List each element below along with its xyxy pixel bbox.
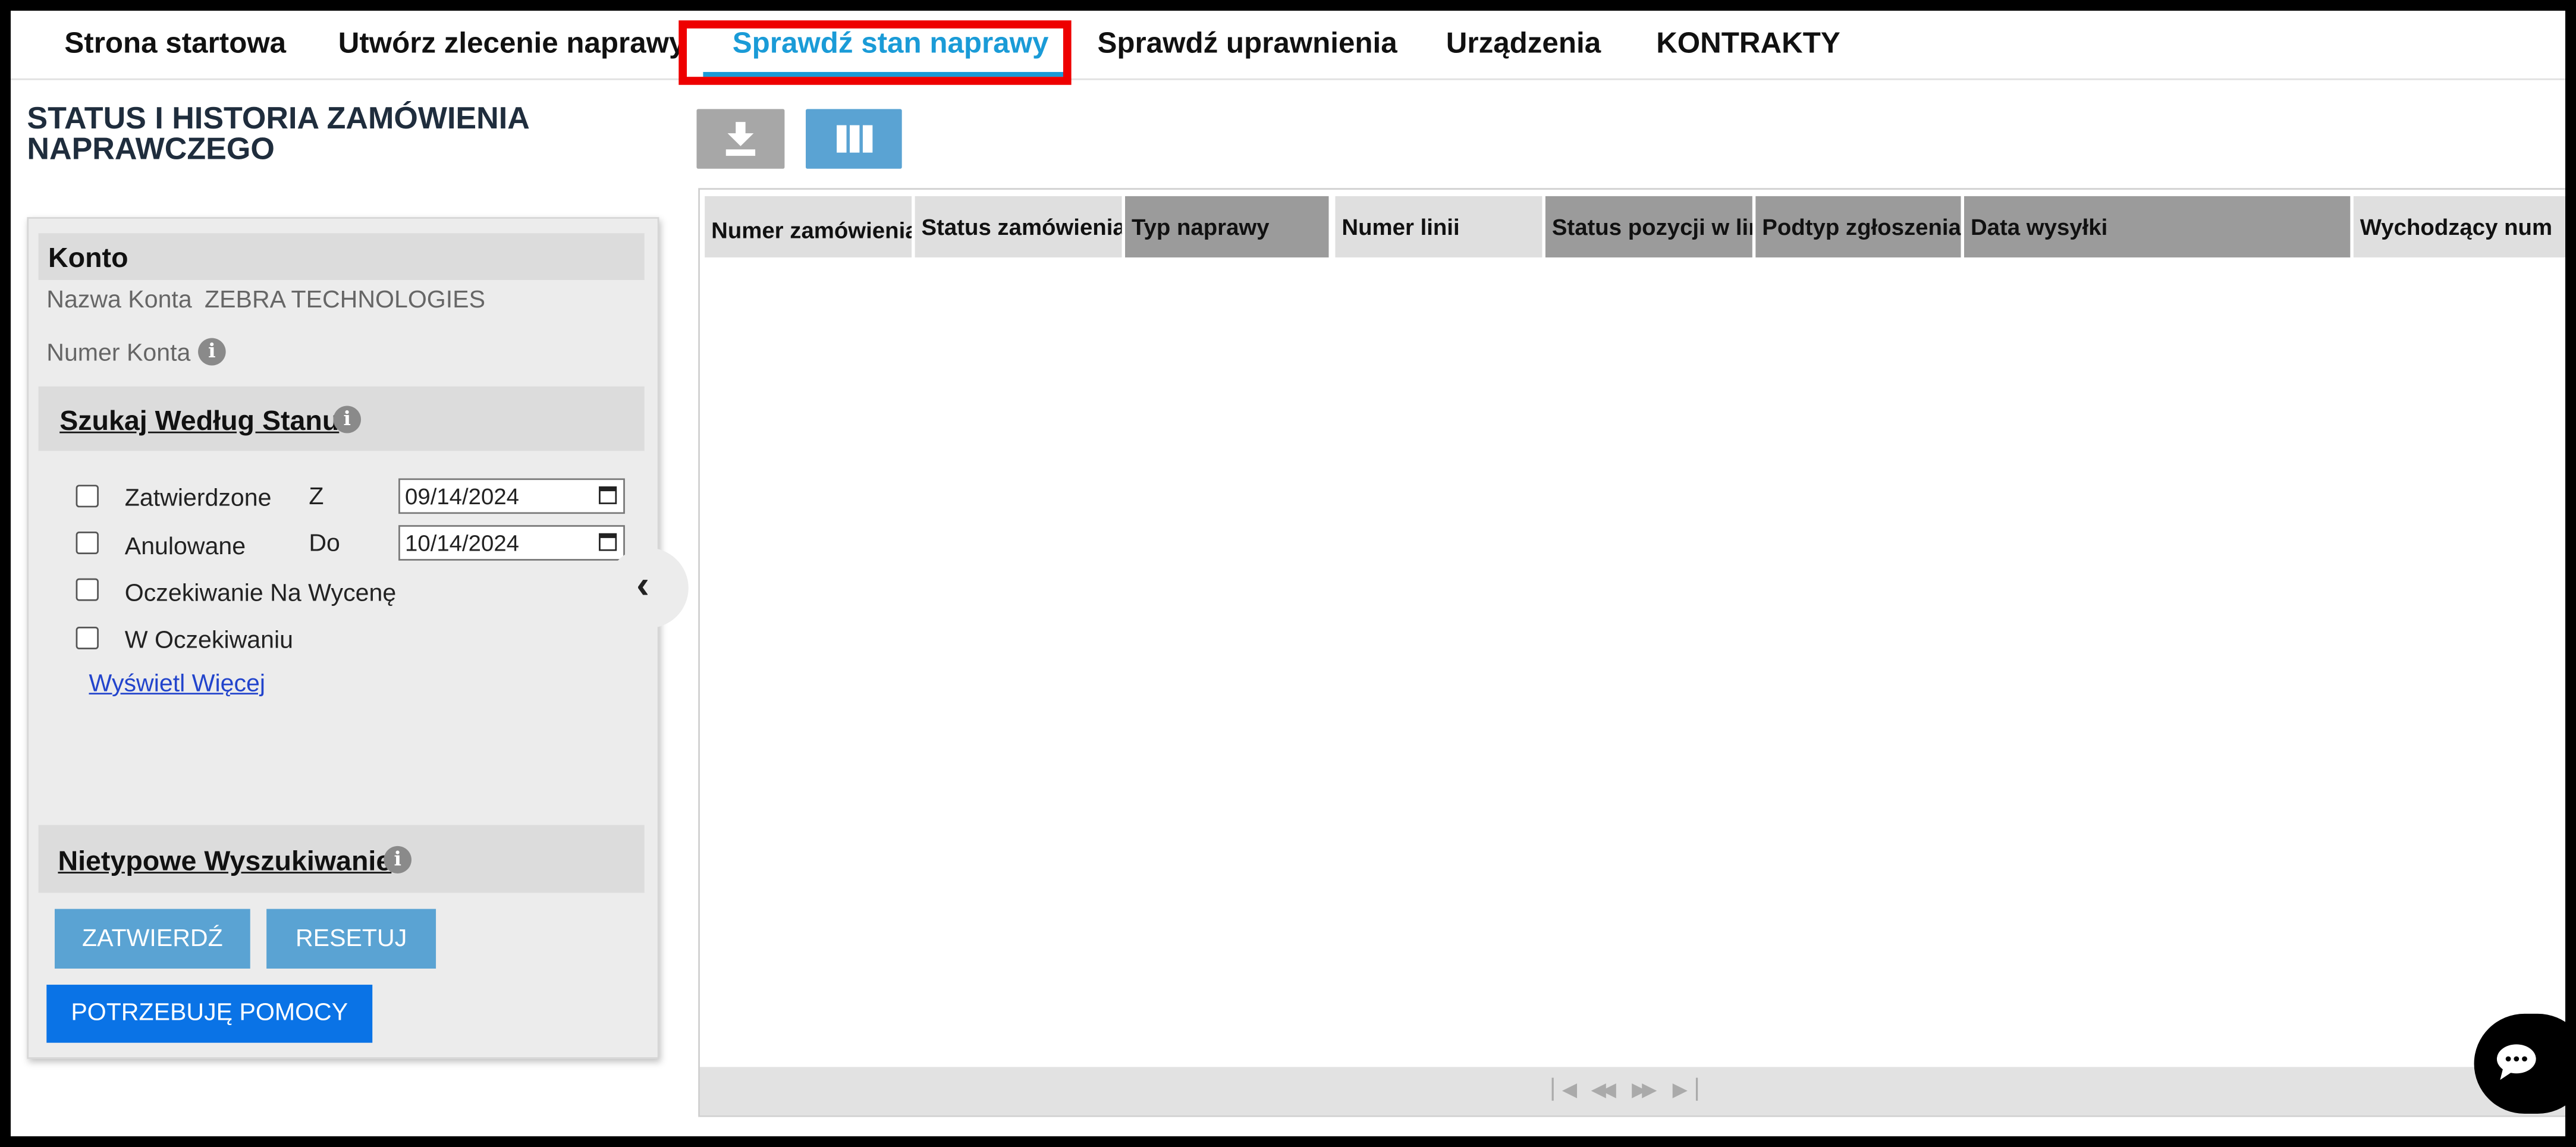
account-name-label: Nazwa Konta: [46, 286, 192, 314]
custom-search-title[interactable]: Nietypowe Wyszukiwanie: [58, 846, 391, 878]
download-icon: [725, 122, 756, 156]
first-page-icon[interactable]: ▏◀: [1552, 1078, 1578, 1101]
checkbox-pending[interactable]: [76, 626, 99, 649]
columns-icon: [837, 125, 873, 153]
date-from-input[interactable]: 09/14/2024: [398, 478, 625, 514]
checkbox-cancelled[interactable]: [76, 531, 99, 554]
date-from-value: 09/14/2024: [405, 483, 520, 510]
calendar-icon[interactable]: [599, 486, 617, 504]
date-to-value: 10/14/2024: [405, 530, 520, 556]
chat-button[interactable]: [2474, 1013, 2565, 1114]
checkbox-awaiting-quote-label: Oczekiwanie Na Wycenę: [124, 580, 397, 608]
columns-button[interactable]: [806, 109, 902, 169]
next-page-icon[interactable]: ▶▶: [1632, 1078, 1657, 1101]
info-icon[interactable]: i: [333, 406, 362, 433]
grid-pager: ▏◀ ◀◀ ▶▶ ▶▕: [699, 1067, 2565, 1115]
account-section-title: Konto: [48, 243, 128, 274]
account-section-header: [38, 233, 645, 280]
orders-grid: Numer zamówienia Status zamówienia Typ n…: [698, 188, 2565, 1117]
date-to-label: Do: [309, 530, 340, 558]
chevron-left-icon: ‹: [636, 564, 649, 608]
calendar-icon[interactable]: [599, 533, 617, 551]
account-number-label: Numer Konta: [46, 340, 191, 367]
checkbox-pending-label: W Oczekiwaniu: [124, 626, 293, 655]
account-name-value: ZEBRA TECHNOLOGIES: [205, 286, 486, 314]
column-header-line-status[interactable]: Status pozycji w lin: [1545, 196, 1752, 257]
nav-contracts[interactable]: KONTRAKTY: [1656, 27, 1840, 61]
top-navigation: Strona startowa Utwórz zlecenie naprawy …: [11, 11, 2565, 85]
chat-icon: [2496, 1044, 2536, 1080]
collapse-panel-button[interactable]: ‹: [607, 548, 689, 629]
checkbox-awaiting-quote[interactable]: [76, 578, 99, 601]
submit-button[interactable]: ZATWIERDŹ: [54, 909, 250, 969]
column-header-ship-date[interactable]: Data wysyłki: [1964, 196, 2351, 257]
column-header-line-number[interactable]: Numer linii: [1335, 196, 1543, 257]
column-header-order-number[interactable]: Numer zamówienia: [705, 196, 912, 257]
checkbox-approved[interactable]: [76, 485, 99, 508]
column-header-repair-type[interactable]: Typ naprawy: [1125, 196, 1329, 257]
filter-panel: Konto Nazwa Konta ZEBRA TECHNOLOGIES Num…: [27, 217, 659, 1059]
last-page-icon[interactable]: ▶▕: [1673, 1078, 1698, 1101]
download-button[interactable]: [696, 109, 785, 169]
column-header-outbound-number[interactable]: Wychodzący num: [2353, 196, 2565, 257]
page-canvas: Strona startowa Utwórz zlecenie naprawy …: [11, 11, 2565, 1136]
info-icon[interactable]: i: [384, 846, 411, 873]
app-frame: Strona startowa Utwórz zlecenie naprawy …: [0, 0, 2576, 1147]
previous-page-icon[interactable]: ◀◀: [1591, 1078, 1617, 1101]
show-more-link[interactable]: Wyświetl Więcej: [89, 670, 265, 697]
nav-devices[interactable]: Urządzenia: [1446, 27, 1601, 61]
highlight-annotation: [678, 20, 1072, 85]
nav-check-entitlements[interactable]: Sprawdź uprawnienia: [1097, 27, 1397, 61]
help-button[interactable]: POTRZEBUJĘ POMOCY: [46, 985, 373, 1043]
column-header-request-subtype[interactable]: Podtyp zgłoszenia p: [1755, 196, 1961, 257]
page-title: STATUS I HISTORIA ZAMÓWIENIA NAPRAWCZEGO: [27, 102, 529, 168]
date-from-label: Z: [309, 483, 324, 511]
nav-create-repair[interactable]: Utwórz zlecenie naprawy: [338, 27, 686, 61]
date-to-input[interactable]: 10/14/2024: [398, 525, 625, 561]
checkbox-cancelled-label: Anulowane: [124, 533, 246, 561]
checkbox-approved-label: Zatwierdzone: [124, 485, 272, 513]
column-header-order-status[interactable]: Status zamówienia: [915, 196, 1122, 257]
info-icon[interactable]: i: [198, 338, 226, 366]
nav-home[interactable]: Strona startowa: [64, 27, 286, 61]
status-search-title[interactable]: Szukaj Według Stanu: [59, 406, 339, 438]
reset-button[interactable]: RESETUJ: [266, 909, 436, 969]
